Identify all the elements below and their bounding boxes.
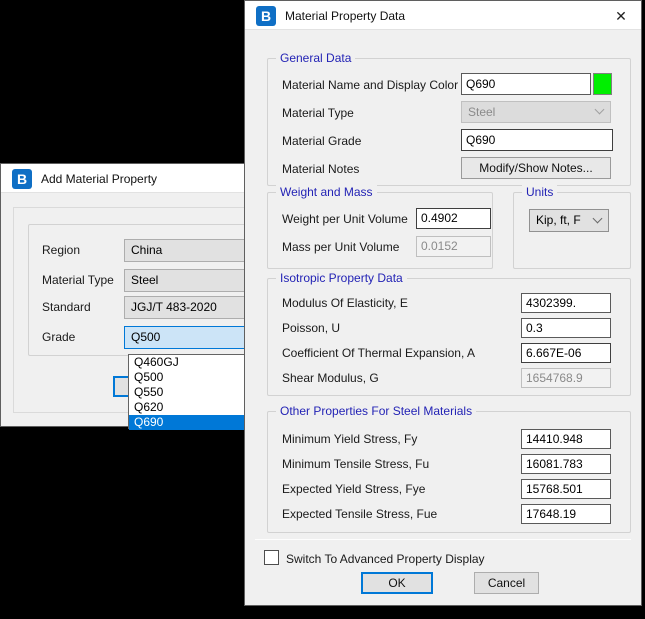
poisson-input[interactable]: 0.3 — [521, 318, 611, 338]
material-type-value: Steel — [131, 273, 159, 287]
material-type-combobox-disabled: Steel — [461, 101, 611, 123]
weight-mass-legend: Weight and Mass — [276, 185, 377, 199]
material-notes-label: Material Notes — [282, 162, 360, 176]
close-icon[interactable]: ✕ — [611, 6, 631, 26]
advanced-display-checkbox[interactable] — [264, 550, 279, 565]
material-name-input[interactable]: Q690 — [461, 73, 591, 95]
region-label: Region — [42, 243, 81, 257]
material-name-label: Material Name and Display Color — [282, 78, 459, 92]
expected-yield-stress-label: Expected Yield Stress, Fye — [282, 482, 426, 496]
modulus-elasticity-input[interactable]: 4302399. — [521, 293, 611, 313]
thermal-expansion-input[interactable]: 6.667E-06 — [521, 343, 611, 363]
material-type-label: Material Type — [42, 273, 114, 287]
material-type-value: Steel — [468, 105, 496, 119]
add-material-title: Add Material Property — [41, 172, 158, 186]
region-value: China — [131, 243, 163, 257]
min-tensile-stress-input[interactable]: 16081.783 — [521, 454, 611, 474]
desktop-background: { "left_dialog": { "title": "Add Materia… — [0, 0, 645, 619]
modulus-elasticity-label: Modulus Of Elasticity, E — [282, 296, 408, 310]
min-yield-stress-input[interactable]: 14410.948 — [521, 429, 611, 449]
standard-label: Standard — [42, 300, 91, 314]
standard-value: JGJ/T 483-2020 — [131, 300, 217, 314]
display-color-swatch[interactable] — [593, 73, 612, 95]
material-type-label: Material Type — [282, 106, 354, 120]
weight-per-unit-volume-input[interactable]: 0.4902 — [416, 208, 491, 229]
app-logo-icon: B — [12, 169, 32, 189]
poisson-label: Poisson, U — [282, 321, 341, 335]
material-property-title: Material Property Data — [285, 9, 406, 23]
material-grade-input[interactable]: Q690 — [461, 129, 613, 151]
bottom-separator — [255, 539, 631, 540]
expected-tensile-stress-input[interactable]: 17648.19 — [521, 504, 611, 524]
mass-per-unit-volume-input: 0.0152 — [416, 236, 491, 257]
modify-show-notes-button[interactable]: Modify/Show Notes... — [461, 157, 611, 179]
isotropic-legend: Isotropic Property Data — [276, 271, 407, 285]
chevron-down-icon — [592, 213, 603, 223]
app-logo-icon: B — [256, 6, 276, 26]
cancel-button[interactable]: Cancel — [474, 572, 539, 594]
mass-per-unit-volume-label: Mass per Unit Volume — [282, 240, 400, 254]
shear-modulus-label: Shear Modulus, G — [282, 371, 379, 385]
grade-label: Grade — [42, 330, 76, 344]
grade-value: Q500 — [131, 330, 161, 344]
units-value: Kip, ft, F — [536, 213, 581, 227]
min-tensile-stress-label: Minimum Tensile Stress, Fu — [282, 457, 430, 471]
min-yield-stress-label: Minimum Yield Stress, Fy — [282, 432, 418, 446]
other-properties-legend: Other Properties For Steel Materials — [276, 404, 477, 418]
units-legend: Units — [522, 185, 558, 199]
expected-yield-stress-input[interactable]: 15768.501 — [521, 479, 611, 499]
thermal-expansion-label: Coefficient Of Thermal Expansion, A — [282, 346, 475, 360]
advanced-display-checkbox-label: Switch To Advanced Property Display — [286, 552, 485, 566]
weight-per-unit-volume-label: Weight per Unit Volume — [282, 212, 408, 226]
material-property-data-dialog: B Material Property Data ✕ General Data … — [244, 0, 642, 606]
material-property-titlebar[interactable]: B Material Property Data ✕ — [245, 1, 641, 30]
ok-button[interactable]: OK — [361, 572, 433, 594]
chevron-down-icon — [594, 104, 605, 115]
material-grade-label: Material Grade — [282, 134, 362, 148]
shear-modulus-input: 1654768.9 — [521, 368, 611, 388]
units-combobox[interactable]: Kip, ft, F — [529, 209, 609, 232]
weight-mass-groupbox: Weight and Mass — [267, 185, 493, 269]
add-material-titlebar[interactable]: B Add Material Property — [1, 164, 279, 193]
add-material-property-dialog: B Add Material Property Region China Mat… — [0, 163, 292, 430]
expected-tensile-stress-label: Expected Tensile Stress, Fue — [282, 507, 438, 521]
general-data-legend: General Data — [276, 51, 356, 65]
